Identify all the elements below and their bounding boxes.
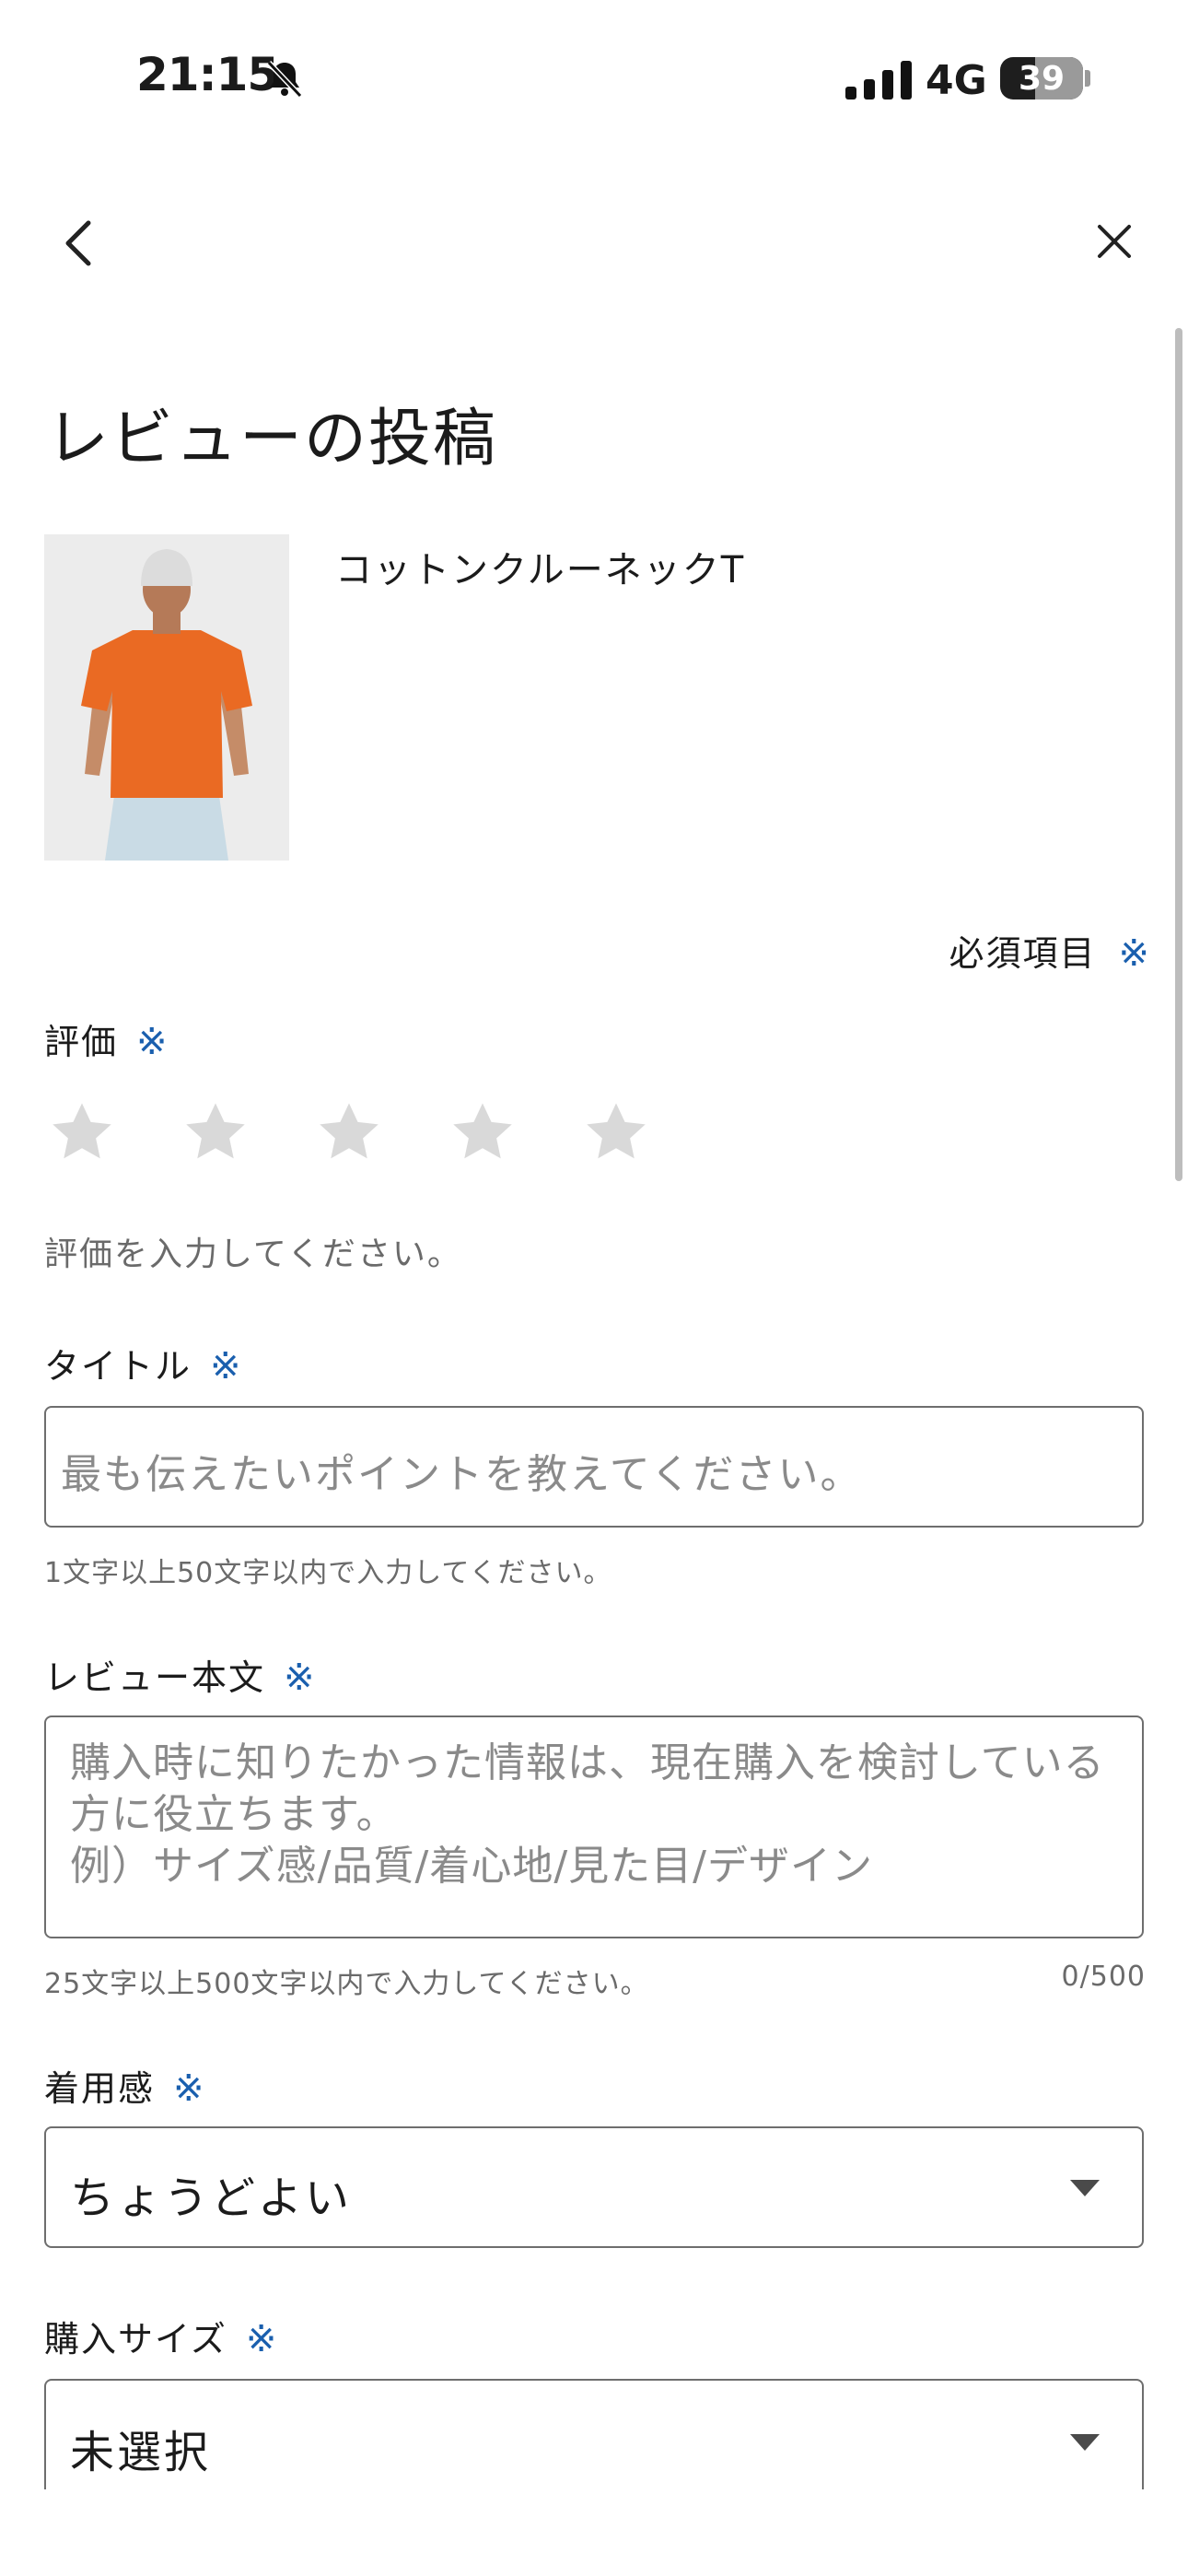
rating-hint: 評価を入力してください。 [44,1235,462,1273]
status-time: 21:15 [136,48,279,101]
required-mark: ※ [210,1345,243,1388]
required-mark: ※ [136,1021,169,1063]
fit-label-text: 着用感 [44,2068,156,2109]
title-placeholder: 最も伝えたいポイントを教えてください。 [61,1451,863,1498]
review-body-textarea[interactable]: 購入時に知りたかった情報は、現在購入を検討している方に役立ちます。 例）サイズ感… [44,1715,1144,1938]
required-note-text: 必須項目 [949,933,1097,974]
rating-label-text: 評価 [44,1022,119,1062]
bottom-cutoff [0,2489,1188,2576]
required-mark: ※ [1118,932,1149,975]
network-type: 4G [926,57,987,104]
review-body-placeholder: 購入時に知りたかった情報は、現在購入を検討している方に役立ちます。 例）サイズ感… [70,1739,1105,1890]
chevron-left-icon[interactable] [59,217,96,269]
character-counter: 0/500 [1061,1961,1146,1993]
battery-cap [1085,70,1090,87]
fit-label: 着用感 ※ [44,2060,206,2111]
caret-down-icon [1070,2434,1100,2451]
fit-select[interactable]: ちょうどよい [44,2126,1144,2248]
title-label: タイトル ※ [44,1338,243,1388]
scrollbar[interactable] [1175,328,1182,1181]
title-hint: 1文字以上50文字以内で入力してください。 [44,1557,612,1589]
signal-icon [845,61,912,100]
required-note: 必須項目 ※ [949,925,1149,976]
title-input[interactable]: 最も伝えたいポイントを教えてください。 [44,1406,1144,1528]
title-label-text: タイトル [44,1346,192,1387]
review-body-label-text: レビュー本文 [44,1657,266,1698]
battery-icon: 39 [1000,57,1083,100]
review-body-label: レビュー本文 ※ [44,1649,317,1700]
purchase-size-label: 購入サイズ ※ [44,2311,278,2361]
battery-level: 39 [1018,60,1066,98]
fit-selected-value: ちょうどよい [70,2172,353,2224]
bell-muted-icon [266,60,303,99]
star-icon-1[interactable] [48,1098,116,1166]
required-mark: ※ [173,2067,206,2110]
required-mark: ※ [245,2318,279,2360]
product-image [44,534,289,861]
review-body-hint: 25文字以上500文字以内で入力してください。 [44,1968,649,2000]
rating-label: 評価 ※ [44,1013,169,1064]
purchase-size-label-text: 購入サイズ [44,2319,227,2359]
star-icon-3[interactable] [315,1098,383,1166]
product-name: コットンクルーネックT [335,549,746,591]
required-mark: ※ [284,1657,317,1699]
caret-down-icon [1070,2180,1100,2196]
purchase-size-selected-value: 未選択 [70,2427,212,2478]
star-icon-2[interactable] [181,1098,250,1166]
page-title: レビューの投稿 [46,403,498,475]
close-icon[interactable] [1096,223,1133,260]
star-icon-4[interactable] [448,1098,517,1166]
star-icon-5[interactable] [582,1098,650,1166]
